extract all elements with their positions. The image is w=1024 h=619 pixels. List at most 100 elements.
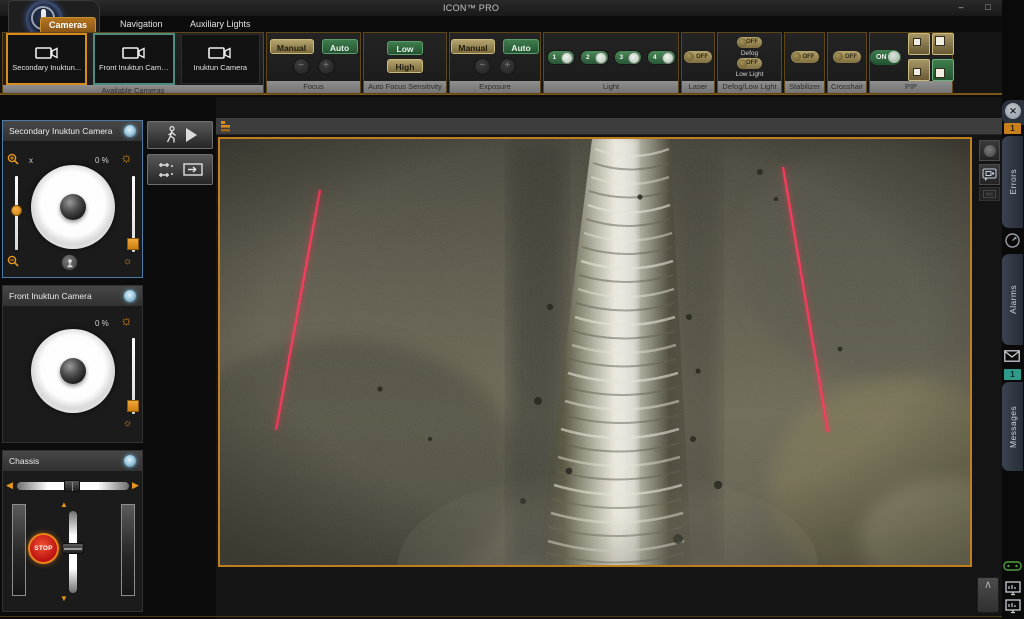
joystick-knob[interactable] <box>60 194 86 220</box>
focus-increase-button[interactable]: + <box>318 58 335 75</box>
group-label: Auto Focus Sensitivity <box>364 81 446 93</box>
exposure-increase-button[interactable]: + <box>499 58 516 75</box>
stabilizer-toggle[interactable]: OFF <box>791 51 819 63</box>
group-label: Stabilizer <box>785 81 824 93</box>
tab-errors[interactable]: Errors <box>1002 136 1023 228</box>
status-indicator <box>124 125 136 137</box>
brightness-slider-thumb[interactable] <box>127 238 139 250</box>
camera-feed-frame <box>218 137 972 567</box>
defog-toggle[interactable]: OFF <box>737 37 762 48</box>
focus-auto-button[interactable]: Auto <box>322 39 358 54</box>
record-circle-icon <box>984 145 996 157</box>
group-label: Defog/Low Light <box>718 81 781 93</box>
sidebar-close-icon[interactable]: ✕ <box>1005 103 1021 119</box>
pip-position-bottom-left-large-button[interactable] <box>932 59 954 81</box>
tab-navigation[interactable]: Navigation <box>112 17 171 32</box>
light-toggle-1[interactable]: 1 <box>547 50 576 65</box>
focus-manual-button[interactable]: Manual <box>270 39 314 54</box>
group-label: Focus <box>267 81 360 93</box>
zoom-slider-thumb[interactable] <box>11 205 22 216</box>
envelope-icon[interactable] <box>1004 350 1020 362</box>
low-light-toggle[interactable]: OFF <box>737 58 762 69</box>
errors-badge: 1 <box>1004 123 1021 134</box>
video-camera-icon <box>208 46 232 60</box>
record-button[interactable] <box>979 140 1000 161</box>
export-frame-icon <box>183 163 203 176</box>
tab-messages[interactable]: Messages <box>1002 382 1023 471</box>
pan-tilt-joystick[interactable] <box>31 329 115 413</box>
panel-title: Front Inuktun Camera <box>9 291 92 301</box>
tab-alarms[interactable]: Alarms <box>1002 254 1023 345</box>
group-label: Light <box>544 81 678 93</box>
group-light: 1 2 3 4 Light <box>543 32 679 94</box>
toggle-knob <box>561 52 573 64</box>
pip-corner-icon <box>913 38 921 46</box>
exposure-auto-button[interactable]: Auto <box>503 39 539 54</box>
panel-title: Secondary Inuktun Camera <box>9 126 112 136</box>
drive-reverse-icon[interactable]: ▼ <box>60 595 68 603</box>
toggle-knob <box>738 38 747 47</box>
pip-position-top-left-large-button[interactable] <box>932 33 954 55</box>
stop-button[interactable]: STOP <box>28 533 59 564</box>
steer-left-icon[interactable]: ◀ <box>6 481 13 490</box>
group-laser: OFF Laser <box>681 32 715 94</box>
group-exposure: Manual Auto − + Exposure <box>449 32 541 94</box>
messages-badge: 1 <box>1004 369 1021 380</box>
exposure-manual-button[interactable]: Manual <box>451 39 495 54</box>
video-camera-icon <box>35 46 59 60</box>
expand-panel-button[interactable]: ∧ <box>977 577 999 613</box>
pip-position-grid <box>908 33 952 81</box>
monitor-config-icon-1[interactable] <box>1005 581 1021 596</box>
minimize-button[interactable]: – <box>952 1 970 14</box>
camera-label: Inuktun Camera <box>194 63 247 72</box>
camera-button-secondary[interactable]: Secondary Inuktun... <box>6 33 87 85</box>
drive-forward-icon[interactable]: ▲ <box>60 501 68 509</box>
focus-decrease-button[interactable]: − <box>293 58 310 75</box>
crosshair-toggle[interactable]: OFF <box>833 51 861 63</box>
joystick-home-icon <box>65 258 75 268</box>
light-toggle-2[interactable]: 2 <box>580 50 609 65</box>
toggle-knob <box>628 52 640 64</box>
gamepad-icon[interactable] <box>1003 560 1022 572</box>
pip-position-bottom-left-small-button[interactable] <box>908 59 930 81</box>
toggle-knob <box>888 51 900 63</box>
motion-play-button[interactable] <box>147 121 213 149</box>
layout-menu-icon[interactable] <box>221 121 233 132</box>
exposure-decrease-button[interactable]: − <box>474 58 491 75</box>
title-bar <box>0 0 1024 16</box>
gauge-clock-icon[interactable] <box>1004 232 1021 249</box>
light-toggle-3[interactable]: 3 <box>614 50 643 65</box>
tab-cameras[interactable]: Cameras <box>40 17 96 32</box>
pan-tilt-joystick[interactable] <box>31 165 115 249</box>
joystick-knob[interactable] <box>60 358 86 384</box>
steering-slider-handle[interactable] <box>64 480 80 492</box>
zoom-out-icon[interactable] <box>7 255 19 267</box>
monitor-config-icon-2[interactable] <box>1005 599 1021 614</box>
brightness-slider-thumb[interactable] <box>127 400 139 412</box>
track-export-button[interactable] <box>147 154 213 185</box>
joystick-home-button[interactable] <box>61 254 78 271</box>
pip-position-top-left-small-button[interactable] <box>908 33 930 55</box>
throttle-slider-handle[interactable] <box>62 543 84 554</box>
export-disabled-button[interactable] <box>979 187 1000 201</box>
snapshot-button[interactable] <box>979 164 1000 185</box>
camera-button-front[interactable]: Front Inuktun Camera <box>93 33 174 85</box>
panel-header: Secondary Inuktun Camera <box>3 121 142 141</box>
tab-auxiliary-lights[interactable]: Auxiliary Lights <box>182 17 259 32</box>
laser-toggle[interactable]: OFF <box>684 51 712 63</box>
window-bottom-edge <box>0 616 1002 617</box>
pip-toggle[interactable]: ON <box>870 50 901 65</box>
steer-right-icon[interactable]: ▶ <box>132 481 139 490</box>
restore-button[interactable]: □ <box>979 1 997 14</box>
camera-label: Secondary Inuktun... <box>12 63 81 72</box>
panel-chassis: Chassis ◀ ▶ ▲ ▼ STOP <box>2 450 143 612</box>
light-toggle-4[interactable]: 4 <box>647 50 676 65</box>
zoom-in-icon[interactable] <box>7 153 19 165</box>
camera-feed <box>220 139 970 565</box>
right-track-gauge <box>121 504 135 596</box>
camera-button-inuktun[interactable]: Inuktun Camera <box>181 34 260 84</box>
afs-high-button[interactable]: High <box>387 59 423 73</box>
brightness-low-icon: ☼ <box>123 257 132 267</box>
afs-low-button[interactable]: Low <box>387 41 423 55</box>
pip-corner-icon <box>935 68 945 78</box>
